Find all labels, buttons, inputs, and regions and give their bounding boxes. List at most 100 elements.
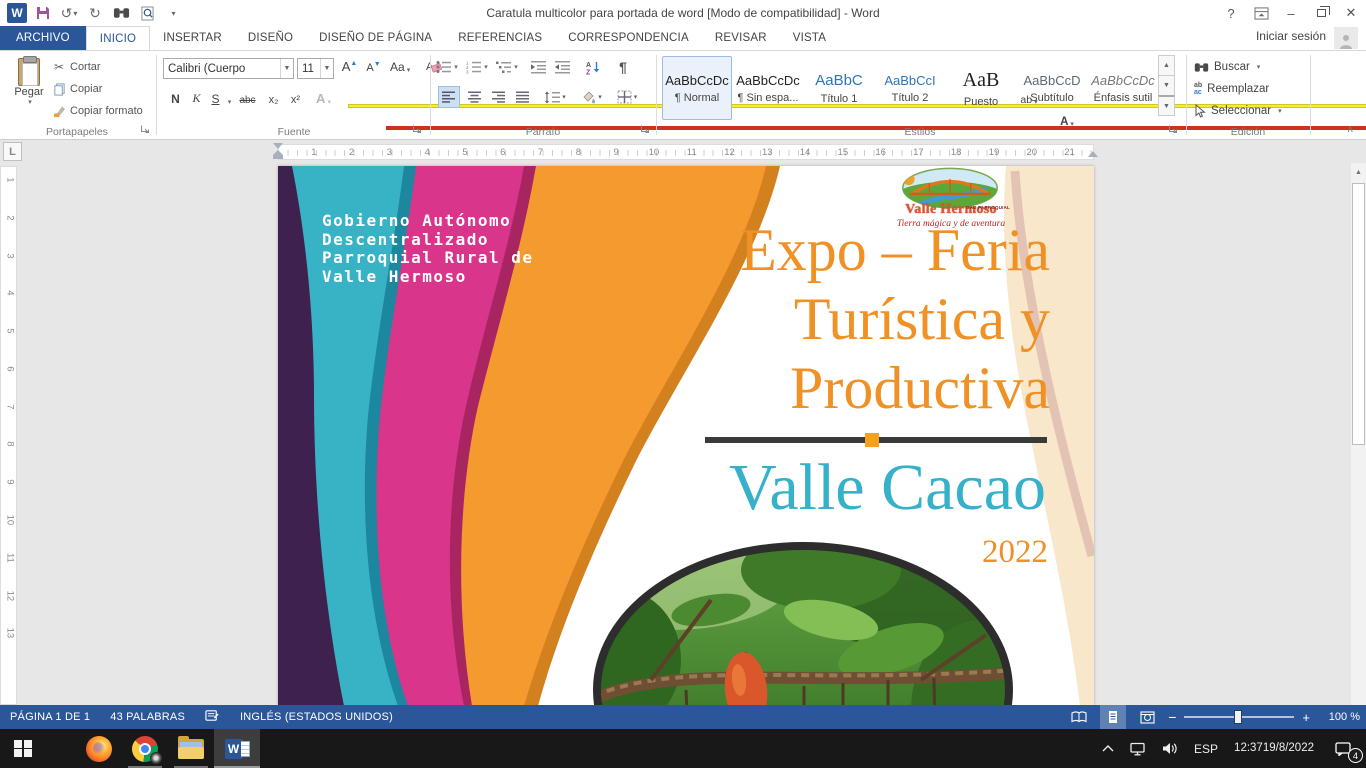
status-page-count[interactable]: PÁGINA 1 DE 1 <box>10 711 90 723</box>
right-indent-marker[interactable] <box>1088 151 1098 157</box>
tab-vista[interactable]: VISTA <box>780 26 839 50</box>
document-page[interactable]: Gobierno Autónomo Descentralizado Parroq… <box>278 166 1094 705</box>
subscript-button[interactable]: x₂ <box>264 87 283 109</box>
zoom-level[interactable]: 100 % <box>1318 711 1360 723</box>
align-center-button[interactable] <box>464 86 486 108</box>
sort-button[interactable]: AZ <box>582 56 604 78</box>
shrink-font-button[interactable]: A▼ <box>364 55 383 77</box>
tab-stop-selector[interactable]: L <box>3 142 22 161</box>
tray-clock[interactable]: 12:37 19/8/2022 <box>1227 729 1318 768</box>
justify-button[interactable] <box>512 86 534 108</box>
word-app-icon[interactable]: W <box>6 2 28 24</box>
tray-network-icon[interactable] <box>1123 729 1153 768</box>
web-layout-button[interactable] <box>1134 705 1160 729</box>
format-painter-button[interactable]: Copiar formato <box>52 101 143 121</box>
shading-button[interactable]: ▾ <box>580 86 602 108</box>
horizontal-ruler[interactable]: 123456789101112131415161718192021 <box>278 144 1094 160</box>
style-normal[interactable]: AaBbCcDc ¶ Normal <box>662 56 732 120</box>
status-language[interactable]: INGLÉS (ESTADOS UNIDOS) <box>240 711 393 723</box>
print-preview-button[interactable] <box>136 2 158 24</box>
clipboard-dialog-launcher[interactable] <box>140 124 152 136</box>
zoom-slider-thumb[interactable] <box>1234 710 1242 724</box>
vertical-scrollbar[interactable]: ▲ <box>1351 163 1366 705</box>
help-button[interactable]: ? <box>1216 0 1246 26</box>
paragraph-dialog-launcher[interactable] <box>640 124 652 136</box>
taskbar-word[interactable]: W <box>214 729 260 768</box>
increase-indent-button[interactable] <box>552 56 574 78</box>
close-button[interactable]: ✕ <box>1336 0 1366 26</box>
font-dialog-launcher[interactable] <box>412 124 424 136</box>
styles-scroll-down-button[interactable]: ▼ <box>1158 75 1175 96</box>
paste-button[interactable]: Pegar ▾ <box>6 56 52 128</box>
divider-shape[interactable] <box>705 437 1047 443</box>
style-subtitulo[interactable]: AaBbCcD Subtítulo <box>1017 56 1087 120</box>
italic-button[interactable]: K <box>187 87 206 109</box>
customize-qat-button[interactable]: ▾ <box>162 2 184 24</box>
text-effects-button[interactable]: A▾ <box>314 87 333 109</box>
print-layout-button[interactable] <box>1100 705 1126 729</box>
styles-more-button[interactable]: ▼ <box>1158 95 1175 116</box>
tab-archivo[interactable]: ARCHIVO <box>0 26 86 50</box>
restore-button[interactable] <box>1306 0 1336 26</box>
style-titulo-1[interactable]: AaBbC Título 1 <box>804 56 874 120</box>
sign-in-link[interactable]: Iniciar sesión <box>1256 29 1326 43</box>
zoom-slider[interactable] <box>1184 716 1294 718</box>
cacao-photo[interactable] <box>591 540 1016 705</box>
tab-diseno-de-pagina[interactable]: DISEÑO DE PÁGINA <box>306 26 445 50</box>
show-marks-button[interactable]: ¶ <box>612 56 634 78</box>
find-button[interactable] <box>110 2 132 24</box>
save-button[interactable] <box>32 2 54 24</box>
taskbar-firefox[interactable] <box>76 729 122 768</box>
vertical-ruler[interactable]: 12345678910111213 <box>0 166 17 705</box>
tray-volume-icon[interactable] <box>1155 729 1185 768</box>
zoom-in-button[interactable]: + <box>1302 710 1310 725</box>
taskbar-explorer[interactable] <box>168 729 214 768</box>
underline-options-caret[interactable]: ▾ <box>219 87 238 109</box>
read-mode-button[interactable] <box>1066 705 1092 729</box>
tab-revisar[interactable]: REVISAR <box>702 26 780 50</box>
align-right-button[interactable] <box>488 86 510 108</box>
proofing-icon[interactable] <box>205 709 220 725</box>
replace-command[interactable]: abac Reemplazar <box>1194 79 1269 99</box>
cut-button[interactable]: ✂Cortar <box>52 57 101 77</box>
ribbon-display-button[interactable] <box>1246 0 1276 26</box>
status-word-count[interactable]: 43 PALABRAS <box>110 711 185 723</box>
styles-scroll-up-button[interactable]: ▲ <box>1158 55 1175 76</box>
tab-insertar[interactable]: INSERTAR <box>150 26 235 50</box>
tab-referencias[interactable]: REFERENCIAS <box>445 26 555 50</box>
scrollbar-thumb[interactable] <box>1352 183 1365 445</box>
tray-chevron[interactable] <box>1095 729 1121 768</box>
style-titulo-2[interactable]: AaBbCcI Título 2 <box>875 56 945 120</box>
copy-button[interactable]: Copiar <box>52 79 102 99</box>
left-indent-marker[interactable] <box>273 155 283 159</box>
undo-button[interactable]: ↺▾ <box>58 2 80 24</box>
line-spacing-button[interactable]: ▾ <box>544 86 566 108</box>
zoom-out-button[interactable]: − <box>1168 709 1176 725</box>
change-case-button[interactable]: Aa▾ <box>390 55 410 77</box>
style-sin-espaciado[interactable]: AaBbCcDc ¶ Sin espa... <box>733 56 803 120</box>
bold-button[interactable]: N <box>166 87 185 109</box>
multilevel-list-button[interactable]: ▾ <box>496 56 518 78</box>
minimize-button[interactable]: – <box>1276 0 1306 26</box>
tab-diseno[interactable]: DISEÑO <box>235 26 306 50</box>
redo-button[interactable]: ↻ <box>84 2 106 24</box>
borders-button[interactable]: ▾ <box>616 86 638 108</box>
taskbar-chrome[interactable] <box>122 729 168 768</box>
avatar[interactable] <box>1334 27 1358 49</box>
style-puesto[interactable]: AaB Puesto <box>946 56 1016 120</box>
tray-notifications[interactable]: 4 <box>1320 729 1366 768</box>
superscript-button[interactable]: x² <box>286 87 305 109</box>
font-family-select[interactable]: Calibri (Cuerpo▼ <box>163 58 294 79</box>
align-left-button[interactable] <box>438 86 460 108</box>
scroll-up-icon[interactable]: ▲ <box>1351 165 1366 179</box>
tab-inicio[interactable]: INICIO <box>86 26 150 50</box>
styles-dialog-launcher[interactable] <box>1168 124 1180 136</box>
tray-language[interactable]: ESP <box>1187 729 1225 768</box>
font-size-select[interactable]: 11▼ <box>297 58 334 79</box>
decrease-indent-button[interactable] <box>528 56 550 78</box>
select-command[interactable]: Seleccionar▾ <box>1194 101 1282 121</box>
first-line-indent-marker[interactable] <box>273 143 283 149</box>
tab-correspondencia[interactable]: CORRESPONDENCIA <box>555 26 702 50</box>
numbering-button[interactable]: 123 ▾ <box>466 56 488 78</box>
start-button[interactable] <box>0 729 46 768</box>
